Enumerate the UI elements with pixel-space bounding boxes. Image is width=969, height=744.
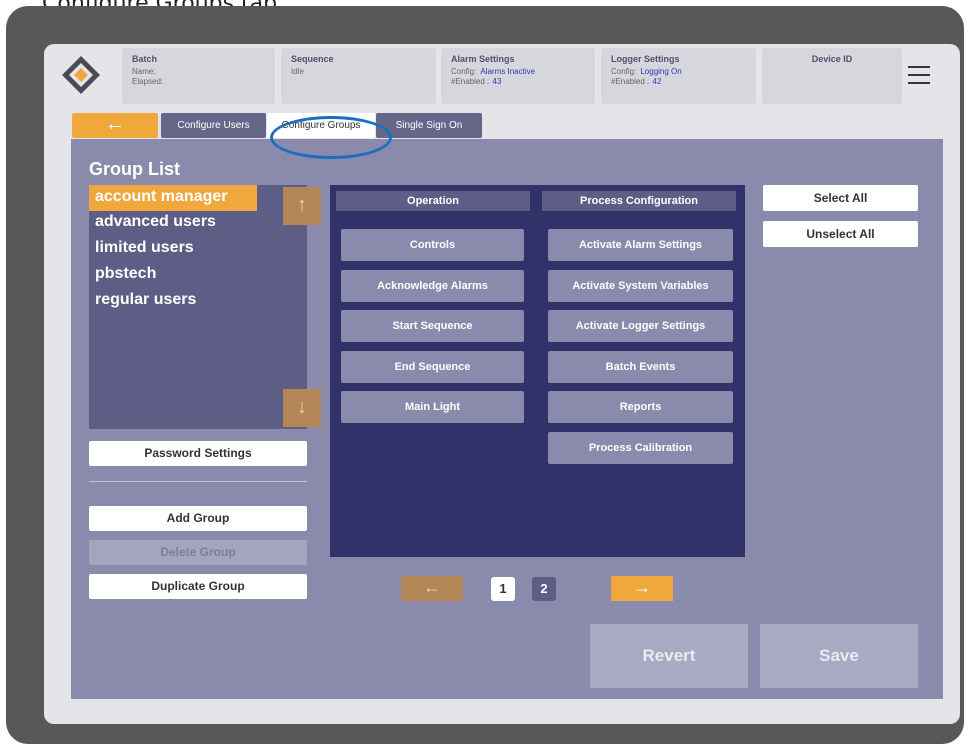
revert-button[interactable]: Revert — [590, 624, 748, 688]
group-list[interactable]: account manager advanced users limited u… — [89, 185, 321, 429]
sequence-title: Sequence — [291, 54, 334, 64]
group-config-panel: Group List account manager advanced user… — [71, 139, 943, 699]
group-item-account-manager[interactable]: account manager — [89, 185, 257, 211]
page-2-button[interactable]: 2 — [532, 577, 556, 601]
group-item-advanced-users[interactable]: advanced users — [89, 210, 216, 236]
logger-config-value: Logging On — [640, 67, 682, 76]
tab-highlight-circle — [270, 116, 392, 159]
perm-acknowledge-alarms[interactable]: Acknowledge Alarms — [341, 270, 524, 302]
batch-name-label: Name: — [132, 67, 156, 76]
sequence-panel: Sequence Idle — [281, 48, 436, 104]
alarm-config-value: Alarms Inactive — [480, 67, 536, 76]
logger-enabled-value: 42 — [652, 77, 662, 86]
perm-start-sequence[interactable]: Start Sequence — [341, 310, 524, 342]
logger-config-label: Config: — [611, 67, 637, 76]
alarm-enabled-value: 43 — [492, 77, 502, 86]
save-button[interactable]: Save — [760, 624, 918, 688]
screen: Batch Name: Elapsed: Sequence Idle Alarm… — [44, 44, 960, 724]
password-settings-button[interactable]: Password Settings — [89, 441, 307, 466]
perm-activate-logger-settings[interactable]: Activate Logger Settings — [548, 310, 733, 342]
group-item-regular-users[interactable]: regular users — [89, 288, 196, 314]
alarm-settings-panel: Alarm Settings Config: Alarms Inactive #E… — [441, 48, 595, 104]
delete-group-button[interactable]: Delete Group — [89, 540, 307, 565]
prev-page-button[interactable]: ← — [401, 576, 463, 601]
duplicate-group-button[interactable]: Duplicate Group — [89, 574, 307, 599]
batch-title: Batch — [132, 54, 158, 64]
next-page-button[interactable]: → — [611, 576, 673, 601]
tab-single-sign-on[interactable]: Single Sign On — [376, 113, 482, 138]
batch-panel: Batch Name: Elapsed: — [122, 48, 275, 104]
divider — [89, 481, 307, 482]
group-list-title: Group List — [89, 159, 180, 179]
unselect-all-button[interactable]: Unselect All — [763, 221, 918, 247]
alarm-enabled-label: #Enabled : — [451, 77, 490, 86]
perm-main-light[interactable]: Main Light — [341, 391, 524, 423]
process-configuration-header: Process Configuration — [542, 191, 736, 211]
device-id-panel: Device ID — [762, 48, 902, 104]
operation-header: Operation — [336, 191, 530, 211]
perm-batch-events[interactable]: Batch Events — [548, 351, 733, 383]
perm-activate-system-variables[interactable]: Activate System Variables — [548, 270, 733, 302]
alarm-title: Alarm Settings — [451, 54, 515, 64]
perm-activate-alarm-settings[interactable]: Activate Alarm Settings — [548, 229, 733, 261]
logger-enabled-label: #Enabled : — [611, 77, 650, 86]
batch-elapsed-label: Elapsed: — [132, 77, 164, 86]
perm-controls[interactable]: Controls — [341, 229, 524, 261]
page-1-button[interactable]: 1 — [491, 577, 515, 601]
logger-settings-panel: Logger Settings Config: Logging On #Enabl… — [601, 48, 756, 104]
group-item-limited-users[interactable]: limited users — [89, 236, 194, 262]
perm-process-calibration[interactable]: Process Calibration — [548, 432, 733, 464]
back-button[interactable]: ← — [72, 113, 158, 138]
permissions-area: Operation Process Configuration Controls… — [330, 185, 745, 557]
tab-configure-users[interactable]: Configure Users — [161, 113, 266, 138]
device-id-title: Device ID — [811, 54, 853, 64]
select-all-button[interactable]: Select All — [763, 185, 918, 211]
device-bezel: Batch Name: Elapsed: Sequence Idle Alarm… — [6, 6, 964, 744]
hamburger-menu-icon[interactable] — [908, 66, 930, 86]
scroll-down-button[interactable]: ↓ — [283, 389, 321, 427]
alarm-config-label: Config: — [451, 67, 477, 76]
perm-reports[interactable]: Reports — [548, 391, 733, 423]
perm-end-sequence[interactable]: End Sequence — [341, 351, 524, 383]
add-group-button[interactable]: Add Group — [89, 506, 307, 531]
scroll-up-button[interactable]: ↑ — [283, 187, 321, 225]
logo-icon — [62, 56, 100, 94]
logger-title: Logger Settings — [611, 54, 680, 64]
sequence-status: Idle — [291, 67, 304, 76]
group-item-pbstech[interactable]: pbstech — [89, 262, 156, 288]
